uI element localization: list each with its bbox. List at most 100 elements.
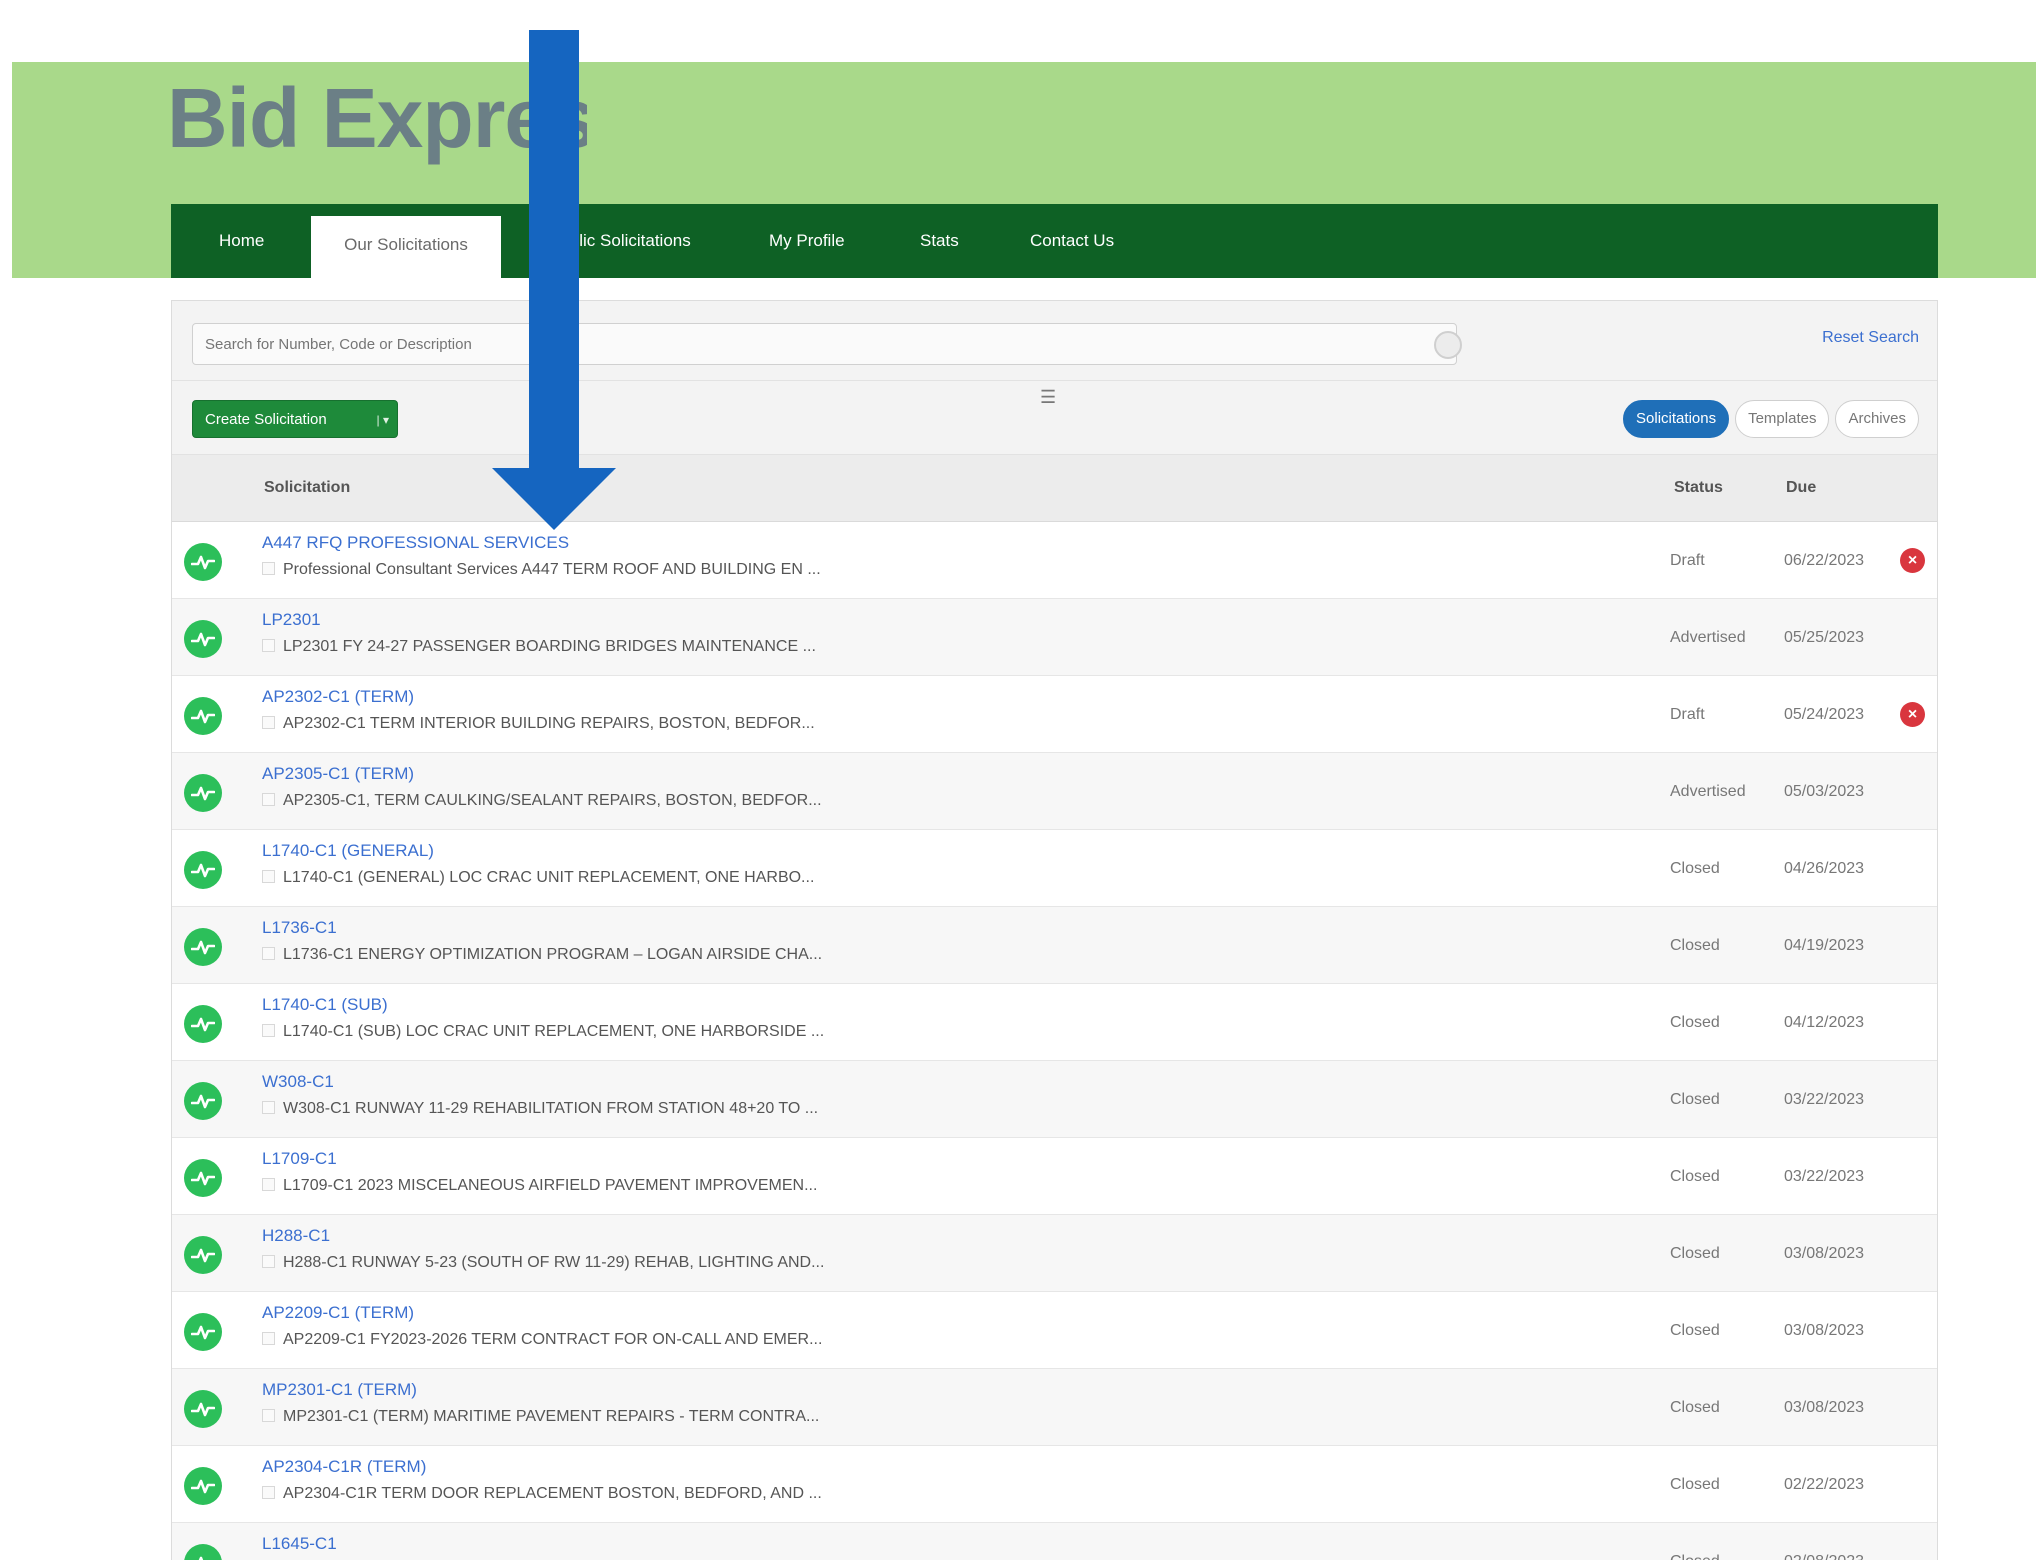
status-activity-icon (184, 1313, 222, 1351)
main-nav: Home Our Solicitations Public Solicitati… (171, 204, 1938, 282)
due-date: 02/08/2023 (1784, 1553, 1864, 1560)
status-activity-icon (184, 1467, 222, 1505)
nav-item-our-solicitations[interactable]: Our Solicitations (311, 216, 501, 282)
row-checkbox[interactable] (262, 1255, 275, 1268)
solicitation-title-link[interactable]: MP2301-C1 (TERM) (262, 1380, 417, 1400)
row-checkbox[interactable] (262, 1178, 275, 1191)
drag-handle-icon[interactable]: ☰ (1040, 387, 1056, 408)
due-date: 03/08/2023 (1784, 1322, 1865, 1339)
status-activity-icon (184, 1159, 222, 1197)
table-row[interactable]: AP2302-C1 (TERM) AP2302-C1 TERM INTERIOR … (172, 676, 1937, 753)
solicitation-title-link[interactable]: L1740-C1 (SUB) (262, 995, 388, 1015)
solicitation-title-link[interactable]: AP2304-C1R (TERM) (262, 1457, 426, 1477)
solicitation-description: L1740-C1 (SUB) LOC CRAC UNIT REPLACEMENT… (262, 1023, 824, 1041)
search-clear-icon[interactable] (1434, 331, 1462, 359)
nav-item-stats[interactable]: Stats (920, 204, 959, 278)
status-text: Advertised (1670, 783, 1746, 800)
table-row[interactable]: L1740-C1 (GENERAL) L1740-C1 (GENERAL) LOC… (172, 830, 1937, 907)
solicitation-title-link[interactable]: LP2301 (262, 610, 321, 630)
column-header-due[interactable]: Due (1786, 479, 1816, 497)
solicitation-title-link[interactable]: L1740-C1 (GENERAL) (262, 841, 434, 861)
row-checkbox[interactable] (262, 716, 275, 729)
row-checkbox[interactable] (262, 1101, 275, 1114)
table-row[interactable]: L1709-C1 L1709-C1 2023 MISCELANEOUS AIRFI… (172, 1138, 1937, 1215)
status-text: Advertised (1670, 629, 1746, 646)
arrow-down-icon (492, 30, 616, 530)
solicitation-description-text: L1740-C1 (GENERAL) LOC CRAC UNIT REPLACE… (283, 869, 815, 886)
table-row[interactable]: LP2301 LP2301 FY 24-27 PASSENGER BOARDING… (172, 599, 1937, 676)
view-filter-group: Solicitations Templates Archives (1617, 400, 1919, 438)
row-checkbox[interactable] (262, 793, 275, 806)
row-checkbox[interactable] (262, 870, 275, 883)
solicitation-description: H288-C1 RUNWAY 5-23 (SOUTH OF RW 11-29) … (262, 1254, 824, 1272)
row-checkbox[interactable] (262, 947, 275, 960)
row-checkbox[interactable] (262, 639, 275, 652)
solicitation-title-link[interactable]: AP2209-C1 (TERM) (262, 1303, 414, 1323)
row-checkbox[interactable] (262, 1409, 275, 1422)
nav-item-contact-us[interactable]: Contact Us (1030, 204, 1114, 278)
solicitation-title-link[interactable]: A447 RFQ PROFESSIONAL SERVICES (262, 533, 569, 553)
due-date: 02/22/2023 (1784, 1476, 1865, 1493)
solicitation-description: AP2302-C1 TERM INTERIOR BUILDING REPAIRS… (262, 715, 815, 733)
due-date: 03/08/2023 (1784, 1245, 1865, 1262)
due-date: 03/08/2023 (1784, 1399, 1865, 1416)
delete-icon[interactable]: × (1900, 702, 1925, 727)
solicitation-description-text: LP2301 FY 24-27 PASSENGER BOARDING BRIDG… (283, 638, 816, 655)
solicitation-description-text: W308-C1 RUNWAY 11-29 REHABILITATION FROM… (283, 1100, 819, 1117)
solicitation-title-link[interactable]: H288-C1 (262, 1226, 330, 1246)
caret-down-icon[interactable]: | ▾ (377, 401, 389, 439)
solicitation-title-link[interactable]: W308-C1 (262, 1072, 334, 1092)
row-checkbox[interactable] (262, 1486, 275, 1499)
table-row[interactable]: AP2304-C1R (TERM) AP2304-C1R TERM DOOR RE… (172, 1446, 1937, 1523)
create-solicitation-button[interactable]: Create Solicitation | ▾ (192, 400, 398, 438)
solicitation-description-text: AP2305-C1, TERM CAULKING/SEALANT REPAIRS… (283, 792, 822, 809)
nav-item-my-profile[interactable]: My Profile (769, 204, 845, 278)
due-date: 05/25/2023 (1784, 629, 1865, 646)
solicitation-description-text: Professional Consultant Services A447 TE… (283, 561, 821, 578)
table-row[interactable]: L1736-C1 L1736-C1 ENERGY OPTIMIZATION PRO… (172, 907, 1937, 984)
status-text: Closed (1670, 1014, 1720, 1031)
solicitation-description-text: H288-C1 RUNWAY 5-23 (SOUTH OF RW 11-29) … (283, 1254, 825, 1271)
status-activity-icon (184, 851, 222, 889)
solicitation-description-text: L1740-C1 (SUB) LOC CRAC UNIT REPLACEMENT… (283, 1023, 825, 1040)
status-activity-icon (184, 620, 222, 658)
solicitation-description-text: L1709-C1 2023 MISCELANEOUS AIRFIELD PAVE… (283, 1177, 818, 1194)
status-activity-icon (184, 1236, 222, 1274)
solicitation-description: L1736-C1 ENERGY OPTIMIZATION PROGRAM – L… (262, 946, 822, 964)
solicitation-title-link[interactable]: L1709-C1 (262, 1149, 337, 1169)
row-checkbox[interactable] (262, 1332, 275, 1345)
solicitation-title-link[interactable]: L1645-C1 (262, 1534, 337, 1554)
due-date: 03/22/2023 (1784, 1168, 1865, 1185)
reset-search-link[interactable]: Reset Search (1822, 329, 1919, 347)
solicitation-description: L1740-C1 (GENERAL) LOC CRAC UNIT REPLACE… (262, 869, 814, 887)
status-text: Closed (1670, 1168, 1720, 1185)
status-text: Closed (1670, 860, 1720, 877)
status-activity-icon (184, 774, 222, 812)
status-activity-icon (184, 1005, 222, 1043)
row-checkbox[interactable] (262, 1024, 275, 1037)
solicitation-description: AP2304-C1R TERM DOOR REPLACEMENT BOSTON,… (262, 1485, 822, 1503)
table-row[interactable]: L1645-C1 Closed 02/08/2023 (172, 1523, 1937, 1560)
solicitation-title-link[interactable]: AP2302-C1 (TERM) (262, 687, 414, 707)
solicitation-title-link[interactable]: AP2305-C1 (TERM) (262, 764, 414, 784)
table-row[interactable]: H288-C1 H288-C1 RUNWAY 5-23 (SOUTH OF RW … (172, 1215, 1937, 1292)
column-header-status[interactable]: Status (1674, 479, 1723, 497)
table-row[interactable]: MP2301-C1 (TERM) MP2301-C1 (TERM) MARITIM… (172, 1369, 1937, 1446)
table-row[interactable]: L1740-C1 (SUB) L1740-C1 (SUB) LOC CRAC UN… (172, 984, 1937, 1061)
row-checkbox[interactable] (262, 562, 275, 575)
table-row[interactable]: A447 RFQ PROFESSIONAL SERVICES Profession… (172, 522, 1937, 599)
nav-item-home[interactable]: Home (219, 204, 264, 278)
status-text: Closed (1670, 1091, 1720, 1108)
table-header: Solicitation Status Due (172, 455, 1937, 522)
filter-archives[interactable]: Archives (1835, 400, 1919, 438)
delete-icon[interactable]: × (1900, 548, 1925, 573)
filter-templates[interactable]: Templates (1735, 400, 1830, 438)
status-activity-icon (184, 1390, 222, 1428)
solicitation-title-link[interactable]: L1736-C1 (262, 918, 337, 938)
filter-solicitations[interactable]: Solicitations (1623, 400, 1730, 438)
table-row[interactable]: AP2209-C1 (TERM) AP2209-C1 FY2023-2026 TE… (172, 1292, 1937, 1369)
column-header-solicitation[interactable]: Solicitation (264, 479, 350, 497)
table-row[interactable]: W308-C1 W308-C1 RUNWAY 11-29 REHABILITATI… (172, 1061, 1937, 1138)
table-row[interactable]: AP2305-C1 (TERM) AP2305-C1, TERM CAULKING… (172, 753, 1937, 830)
search-input[interactable] (192, 323, 1457, 365)
